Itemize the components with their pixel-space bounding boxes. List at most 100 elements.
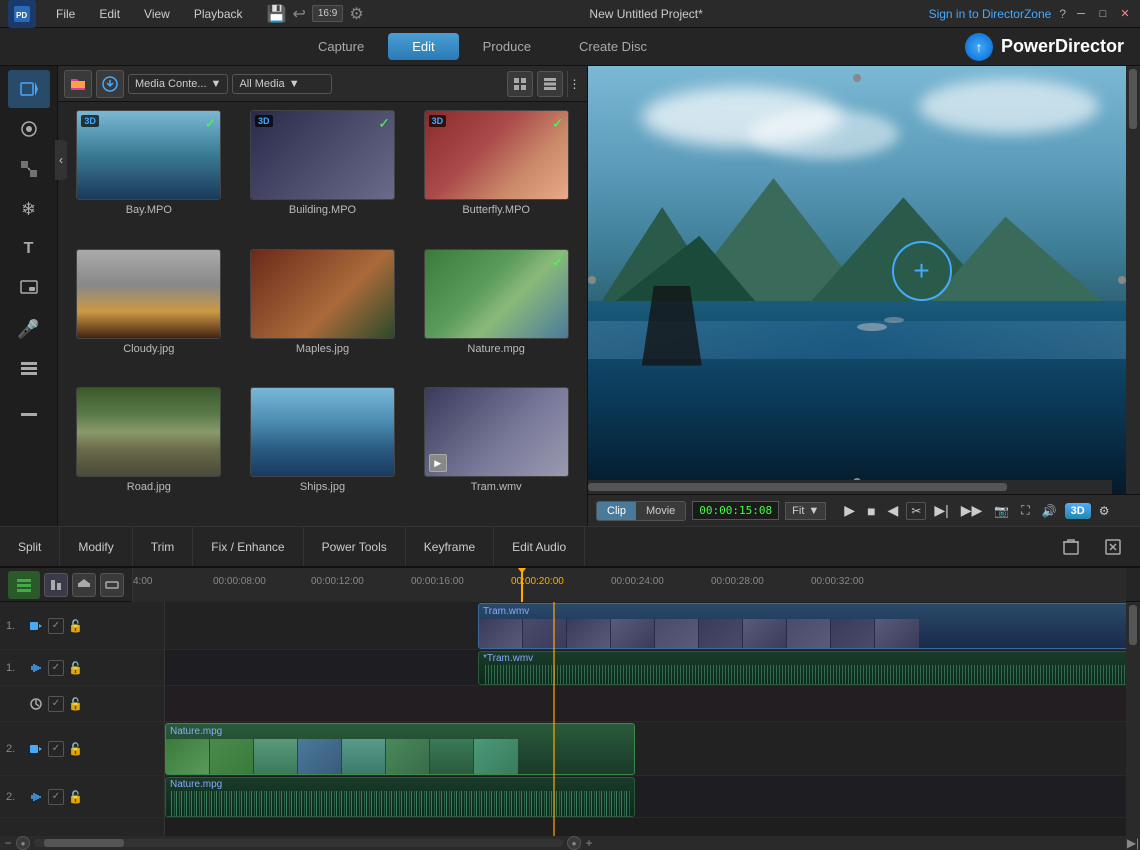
menu-file[interactable]: File bbox=[52, 5, 79, 23]
tl-scroll-bar[interactable] bbox=[34, 839, 563, 847]
panel-options-btn[interactable]: ⋮ bbox=[567, 71, 581, 97]
help-icon[interactable]: ? bbox=[1059, 7, 1066, 21]
trim-btn-toolbar[interactable]: Trim bbox=[133, 527, 194, 566]
movie-btn[interactable]: Movie bbox=[636, 502, 685, 520]
media-item-bay[interactable]: 3D ✓ Bay.MPO bbox=[66, 110, 232, 241]
tl-tool-2[interactable] bbox=[72, 573, 96, 597]
close-btn[interactable]: ✕ bbox=[1118, 7, 1132, 21]
playhead[interactable] bbox=[521, 568, 523, 602]
clip-nature-audio[interactable]: Nature.mpg bbox=[165, 777, 635, 817]
timeline-track-view-btn[interactable] bbox=[8, 571, 40, 599]
media-item-building[interactable]: 3D ✓ Building.MPO bbox=[240, 110, 406, 241]
fix-enhance-btn-toolbar[interactable]: Fix / Enhance bbox=[193, 527, 303, 566]
clip-tram-video[interactable]: Tram.wmv bbox=[478, 603, 1138, 649]
media-item-maples[interactable]: Maples.jpg bbox=[240, 249, 406, 380]
split-btn[interactable]: ✂ bbox=[906, 502, 926, 520]
handle-right[interactable] bbox=[1118, 276, 1126, 284]
fast-forward-btn[interactable]: ▶▶ bbox=[957, 500, 987, 521]
fit-dropdown[interactable]: Fit ▼ bbox=[785, 502, 826, 520]
media-item-road[interactable]: Road.jpg bbox=[66, 387, 232, 518]
link-btn[interactable] bbox=[1094, 532, 1132, 562]
clip-nature-video[interactable]: Nature.mpg bbox=[165, 723, 635, 775]
track-checkbox-2a[interactable]: ✓ bbox=[48, 789, 64, 805]
sidebar-item-audio[interactable]: 🎤 bbox=[8, 310, 50, 348]
modify-btn-toolbar[interactable]: Modify bbox=[60, 527, 132, 566]
tracks-vscrollbar[interactable] bbox=[1126, 602, 1140, 836]
next-frame-btn[interactable]: ▶| bbox=[930, 500, 952, 521]
sidebar-item-fx[interactable] bbox=[8, 110, 50, 148]
sidebar-item-pip[interactable] bbox=[8, 270, 50, 308]
tl-tool-1[interactable] bbox=[44, 573, 68, 597]
track-lock-1a[interactable]: 🔓 bbox=[68, 661, 83, 675]
track-lock-1v[interactable]: 🔓 bbox=[68, 619, 83, 633]
aspect-ratio-btn[interactable]: 16:9 bbox=[312, 5, 343, 22]
settings-icon[interactable]: ⚙ bbox=[349, 4, 363, 24]
3d-toggle-btn[interactable]: 3D bbox=[1065, 503, 1091, 519]
toolbar-undo-icon[interactable]: ↩ bbox=[292, 4, 305, 24]
clip-tram-audio[interactable]: *Tram.wmv bbox=[478, 651, 1138, 685]
tracks-vscrollbar-thumb[interactable] bbox=[1129, 605, 1137, 645]
tl-scroll-minus-btn[interactable]: − bbox=[0, 836, 16, 850]
media-item-ships[interactable]: Ships.jpg bbox=[240, 387, 406, 518]
minimize-btn[interactable]: ─ bbox=[1074, 7, 1088, 21]
crosshair[interactable] bbox=[892, 241, 952, 301]
tl-scroll-thumb[interactable] bbox=[44, 839, 124, 847]
sidebar-item-media[interactable] bbox=[8, 70, 50, 108]
list-view-btn[interactable] bbox=[537, 71, 563, 97]
all-media-dropdown[interactable]: All Media ▼ bbox=[232, 74, 332, 94]
menu-playback[interactable]: Playback bbox=[190, 5, 247, 23]
tab-create-disc[interactable]: Create Disc bbox=[555, 33, 671, 60]
sidebar-item-snowflake[interactable]: ❄ bbox=[8, 190, 50, 228]
stop-btn[interactable]: ■ bbox=[863, 501, 879, 521]
tl-scroll-circle-right[interactable]: ● bbox=[567, 836, 581, 850]
track-lock-2a[interactable]: 🔓 bbox=[68, 790, 83, 804]
clip-btn[interactable]: Clip bbox=[597, 502, 636, 520]
tl-scroll-circle-left[interactable]: ● bbox=[16, 836, 30, 850]
media-content-dropdown[interactable]: Media Conte... ▼ bbox=[128, 74, 228, 94]
track-checkbox-2v[interactable]: ✓ bbox=[48, 741, 64, 757]
media-item-butterfly[interactable]: 3D ✓ Butterfly.MPO bbox=[413, 110, 579, 241]
download-btn[interactable] bbox=[96, 70, 124, 98]
split-btn-toolbar[interactable]: Split bbox=[0, 527, 60, 566]
edit-audio-btn-toolbar[interactable]: Edit Audio bbox=[494, 527, 585, 566]
preview-hscrollbar-thumb[interactable] bbox=[588, 483, 1007, 491]
menu-view[interactable]: View bbox=[140, 5, 174, 23]
sidebar-item-title[interactable]: T bbox=[8, 230, 50, 268]
track-checkbox-1a[interactable]: ✓ bbox=[48, 660, 64, 676]
media-item-tram[interactable]: ▶ Tram.wmv bbox=[413, 387, 579, 518]
play-btn[interactable]: ▶ bbox=[840, 500, 859, 521]
preview-vscrollbar[interactable] bbox=[1126, 66, 1140, 494]
keyframe-btn-toolbar[interactable]: Keyframe bbox=[406, 527, 494, 566]
track-lock-fx[interactable]: 🔓 bbox=[68, 697, 83, 711]
preview-vscrollbar-thumb[interactable] bbox=[1129, 69, 1137, 129]
tab-capture[interactable]: Capture bbox=[294, 33, 388, 60]
handle-top[interactable] bbox=[853, 74, 861, 82]
sidebar-item-subtitle[interactable] bbox=[8, 390, 50, 428]
track-checkbox-1v[interactable]: ✓ bbox=[48, 618, 64, 634]
track-lock-2v[interactable]: 🔓 bbox=[68, 742, 83, 756]
settings-preview-btn[interactable]: ⚙ bbox=[1095, 502, 1114, 520]
track-checkbox-fx[interactable]: ✓ bbox=[48, 696, 64, 712]
preview-hscrollbar[interactable] bbox=[588, 480, 1112, 494]
media-item-cloudy[interactable]: Cloudy.jpg bbox=[66, 249, 232, 380]
sign-in-link[interactable]: Sign in to DirectorZone bbox=[929, 7, 1052, 21]
tl-tool-3[interactable] bbox=[100, 573, 124, 597]
tab-produce[interactable]: Produce bbox=[459, 33, 555, 60]
volume-btn[interactable]: 🔊 bbox=[1038, 502, 1061, 520]
power-tools-btn-toolbar[interactable]: Power Tools bbox=[304, 527, 406, 566]
sidebar-item-transitions[interactable] bbox=[8, 150, 50, 188]
snapshot-btn[interactable]: 📷 bbox=[990, 502, 1013, 520]
tl-scroll-plus-btn[interactable]: + bbox=[581, 836, 597, 850]
panel-collapse-handle[interactable]: ‹ bbox=[55, 140, 67, 180]
media-item-nature[interactable]: ✓ Nature.mpg bbox=[413, 249, 579, 380]
fullscreen-btn[interactable]: ⛶ bbox=[1017, 501, 1033, 520]
toolbar-save-icon[interactable]: 💾 bbox=[267, 4, 287, 24]
delete-btn[interactable] bbox=[1052, 532, 1090, 562]
tab-edit[interactable]: Edit bbox=[388, 33, 458, 60]
menu-edit[interactable]: Edit bbox=[95, 5, 124, 23]
thumbnail-view-btn[interactable] bbox=[507, 71, 533, 97]
prev-frame-btn[interactable]: ◀ bbox=[884, 500, 903, 521]
maximize-btn[interactable]: □ bbox=[1096, 7, 1110, 21]
tl-scroll-end-btn[interactable]: ▶| bbox=[1126, 836, 1140, 850]
sidebar-item-chapter[interactable] bbox=[8, 350, 50, 388]
